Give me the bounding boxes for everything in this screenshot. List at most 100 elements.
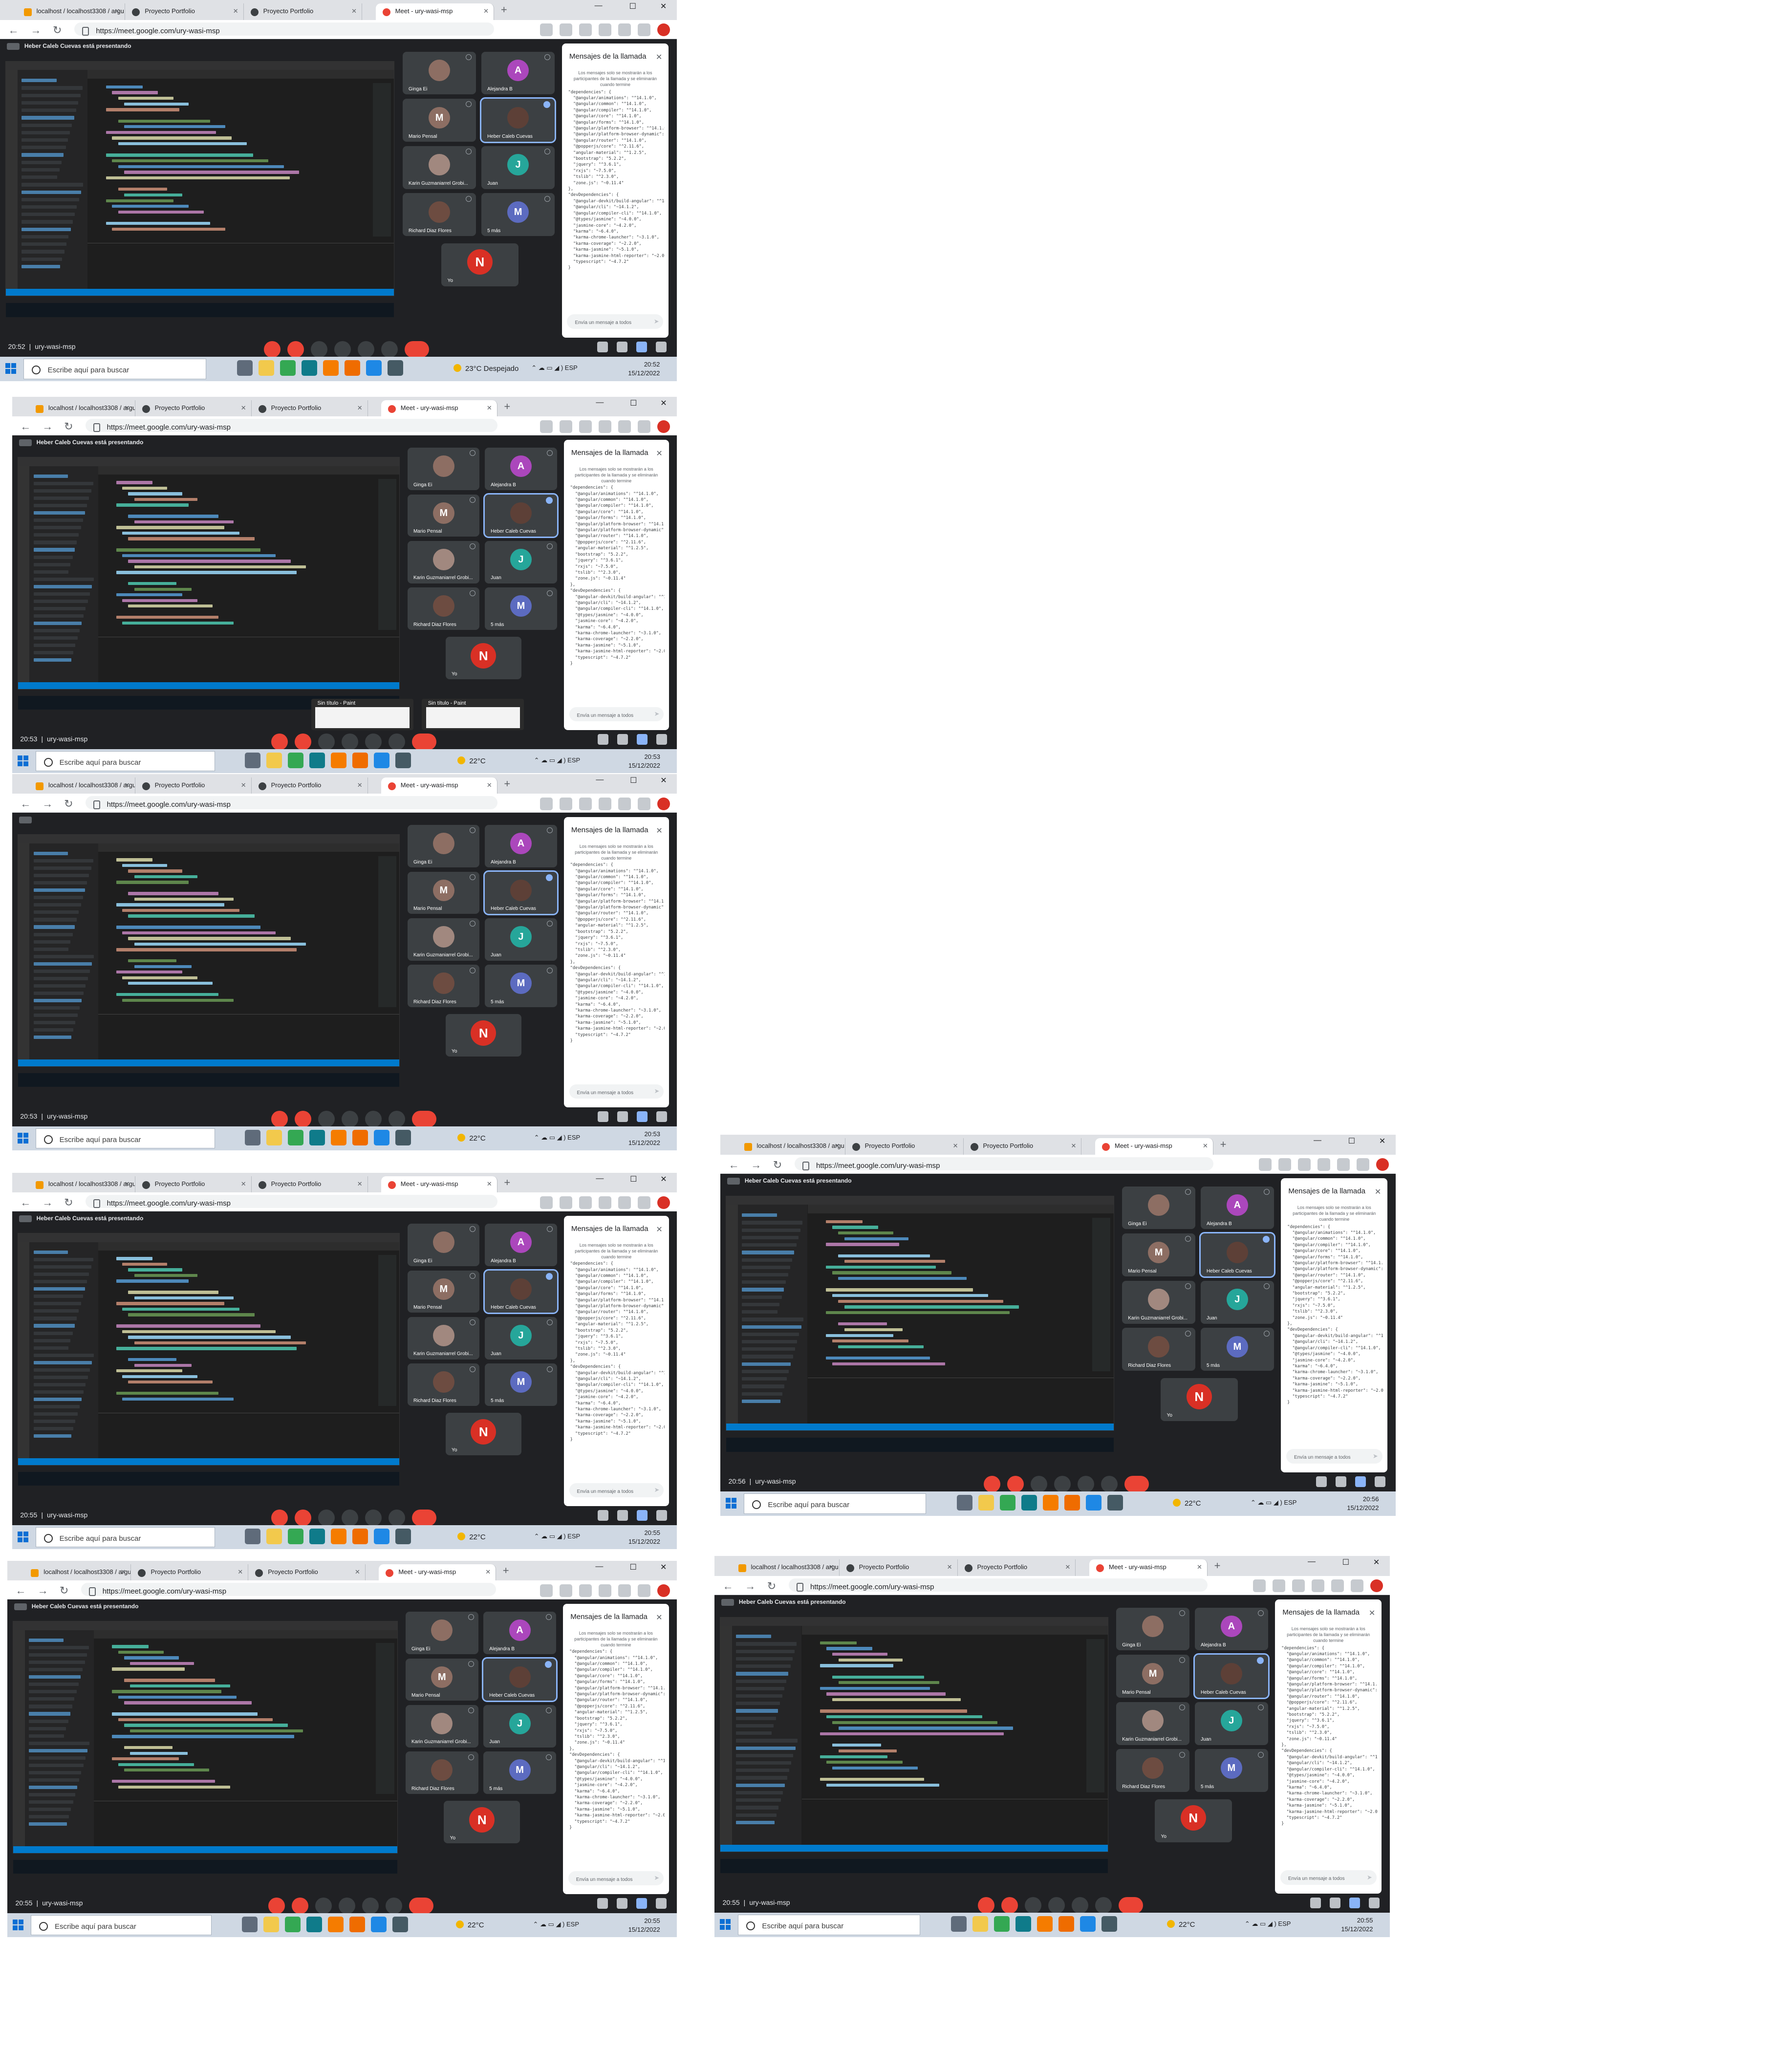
chat-input[interactable]: Envía un mensaje a todos	[569, 1483, 664, 1498]
more-options-icon[interactable]	[386, 1897, 403, 1914]
file-tree-row[interactable]	[736, 1702, 780, 1705]
close-chat-icon[interactable]: ✕	[656, 449, 662, 458]
reload-icon[interactable]: ↻	[64, 420, 73, 433]
participant-tile[interactable]: A Alejandra B	[1194, 1607, 1268, 1651]
profile-avatar[interactable]	[657, 1584, 670, 1597]
mic-off-icon[interactable]	[983, 1475, 1000, 1492]
captions-icon[interactable]	[318, 1110, 335, 1127]
file-tree-row[interactable]	[33, 866, 91, 870]
file-tree-row[interactable]	[29, 1800, 73, 1804]
app-icon[interactable]	[1064, 1495, 1080, 1511]
app-icon[interactable]	[1101, 1916, 1117, 1932]
input-language[interactable]: ESP	[1278, 1920, 1291, 1927]
file-tree-row[interactable]	[33, 562, 71, 566]
camera-icon[interactable]	[540, 1584, 553, 1597]
file-tree-row[interactable]	[33, 1412, 78, 1416]
send-icon[interactable]: ➤	[1367, 1874, 1372, 1881]
file-tree-row[interactable]	[742, 1325, 801, 1329]
browser-tab-portfolio[interactable]: Proyecto Portfolio ✕	[135, 777, 252, 794]
participant-tile[interactable]: Heber Caleb Cuevas	[483, 870, 559, 916]
xampp-icon[interactable]	[1042, 1495, 1058, 1511]
file-tree-row[interactable]	[736, 1769, 789, 1772]
favorites-icon[interactable]	[638, 1584, 651, 1597]
xampp-icon[interactable]	[327, 1916, 344, 1932]
more-options-icon[interactable]	[389, 1509, 406, 1526]
forward-arrow-icon[interactable]: →	[42, 420, 53, 433]
participant-tile[interactable]: Ginga Ei	[1122, 1186, 1195, 1230]
file-tree-row[interactable]	[736, 1813, 777, 1817]
file-tree-row[interactable]	[33, 1382, 86, 1386]
edge-icon[interactable]	[301, 360, 317, 376]
profile-avatar[interactable]	[657, 420, 670, 433]
participant-tile[interactable]: Richard Diaz Flores	[406, 1751, 478, 1794]
new-tab-plus-icon[interactable]: +	[501, 3, 507, 16]
app-icon[interactable]	[352, 752, 368, 768]
file-tree-row[interactable]	[33, 614, 84, 618]
translate-icon[interactable]	[560, 1196, 573, 1209]
file-tree-row[interactable]	[736, 1657, 793, 1661]
participant-tile[interactable]: J Juan	[485, 918, 557, 961]
zoom-icon[interactable]	[579, 1196, 592, 1209]
xampp-icon[interactable]	[1037, 1916, 1053, 1932]
file-tree-row[interactable]	[22, 160, 62, 164]
file-tree-row[interactable]	[736, 1731, 772, 1735]
forward-arrow-icon[interactable]: →	[751, 1159, 761, 1171]
present-icon[interactable]	[362, 1897, 379, 1914]
file-tree-row[interactable]	[33, 1273, 89, 1276]
vscode-icon[interactable]	[374, 1129, 389, 1145]
info-icon[interactable]	[1316, 1476, 1327, 1488]
translate-icon[interactable]	[1273, 1579, 1286, 1593]
self-tile[interactable]: N Yo	[441, 243, 518, 286]
file-tree-row[interactable]	[33, 954, 94, 958]
favorites-icon[interactable]	[638, 1196, 651, 1209]
file-tree-row[interactable]	[29, 1741, 90, 1745]
file-tree-row[interactable]	[33, 1013, 78, 1017]
file-explorer-icon[interactable]	[978, 1495, 994, 1511]
close-icon[interactable]: ✕	[829, 1563, 834, 1571]
participant-tile[interactable]: M 5 más	[481, 193, 555, 237]
file-tree-row[interactable]	[33, 1251, 68, 1254]
chrome-icon[interactable]	[284, 1916, 301, 1932]
raise-hand-icon[interactable]	[334, 341, 351, 358]
chat-icon[interactable]	[636, 1111, 648, 1122]
reload-icon[interactable]: ↻	[60, 1584, 68, 1597]
vscode-icon[interactable]	[374, 752, 389, 768]
url-field[interactable]: https://meet.google.com/ury-wasi-msp	[795, 1157, 1213, 1171]
browser-tab-portfolio-2[interactable]: Proyecto Portfolio ✕	[251, 400, 368, 417]
file-tree-row[interactable]	[736, 1679, 787, 1683]
file-tree-row[interactable]	[33, 1006, 80, 1010]
file-tree-row[interactable]	[22, 264, 61, 268]
star-icon[interactable]	[1312, 1579, 1325, 1593]
forward-arrow-icon[interactable]: →	[38, 1584, 48, 1597]
participant-tile[interactable]: J Juan	[485, 1317, 557, 1360]
raise-hand-icon[interactable]	[342, 733, 359, 750]
vscode-icon[interactable]	[374, 1528, 389, 1544]
camera-off-icon[interactable]	[292, 1897, 309, 1914]
captions-icon[interactable]	[1024, 1897, 1041, 1914]
taskbar-search-input[interactable]: Escribe aquí para buscar	[35, 1128, 215, 1149]
file-tree-row[interactable]	[33, 592, 90, 596]
file-tree-row[interactable]	[33, 896, 83, 900]
hang-up-button[interactable]	[412, 1110, 437, 1127]
window-close-icon[interactable]: ✕	[660, 398, 667, 408]
vscode-icon[interactable]	[366, 360, 382, 376]
close-icon[interactable]: ✕	[125, 1180, 130, 1188]
file-tree-row[interactable]	[33, 859, 93, 863]
file-tree-row[interactable]	[33, 947, 69, 951]
file-tree-row[interactable]	[33, 984, 86, 988]
more-options-icon[interactable]	[1101, 1475, 1118, 1492]
file-tree-row[interactable]	[33, 1434, 71, 1438]
people-icon[interactable]	[617, 1510, 628, 1521]
back-arrow-icon[interactable]: ←	[15, 1584, 26, 1597]
camera-icon[interactable]	[540, 797, 553, 810]
input-language[interactable]: ESP	[1284, 1499, 1296, 1506]
file-tree-row[interactable]	[22, 242, 66, 246]
windows-start-icon[interactable]	[17, 755, 28, 766]
file-tree-row[interactable]	[33, 1426, 74, 1430]
file-tree-row[interactable]	[29, 1668, 83, 1672]
back-arrow-icon[interactable]: ←	[20, 420, 31, 433]
mic-off-icon[interactable]	[977, 1897, 994, 1914]
self-tile[interactable]: N Yo	[1161, 1378, 1238, 1421]
participant-tile[interactable]: Heber Caleb Cuevas	[1199, 1232, 1275, 1278]
people-icon[interactable]	[617, 342, 628, 353]
